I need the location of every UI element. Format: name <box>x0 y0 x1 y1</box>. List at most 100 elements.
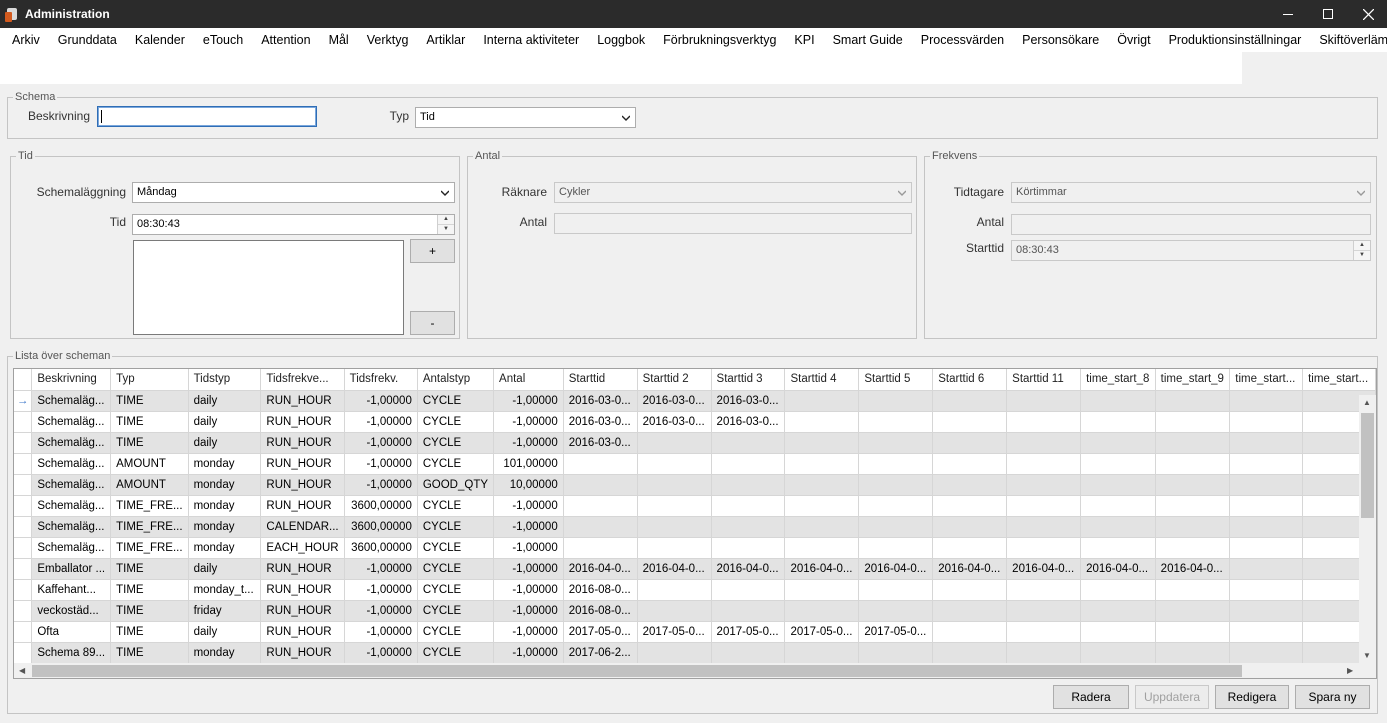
spin-down-icon[interactable]: ▼ <box>1354 250 1370 259</box>
raknare-select[interactable]: Cykler <box>554 182 912 203</box>
tid-spin-buttons[interactable]: ▲ ▼ <box>437 215 454 234</box>
row-header-cell[interactable] <box>14 621 33 643</box>
uppdatera-button[interactable]: Uppdatera <box>1135 685 1209 709</box>
starttid-spinner[interactable]: 08:30:43 ▲ ▼ <box>1011 240 1371 261</box>
minimize-button[interactable] <box>1268 0 1308 28</box>
column-header[interactable]: time_start... <box>1302 369 1376 391</box>
table-row[interactable]: Ofta TIME daily RUN_HOUR -1,00000 CYCLE -1,000… <box>14 621 1376 643</box>
add-time-button[interactable]: + <box>410 239 455 263</box>
close-button[interactable] <box>1348 0 1387 28</box>
table-row[interactable]: Schemaläg... TIME_FRE... monday EACH_HOUR 36… <box>14 537 1376 559</box>
column-header[interactable]: Starttid 4 <box>784 369 860 391</box>
menu-personsokare[interactable]: Personsökare <box>1013 28 1108 52</box>
table-row[interactable]: Kaffehant... TIME monday_t... RUN_HOUR -1,00… <box>14 579 1376 601</box>
frekvens-antal-input[interactable] <box>1011 214 1371 235</box>
menu-produktionsinstallningar[interactable]: Produktionsinställningar <box>1160 28 1311 52</box>
schemalaggning-select[interactable]: Måndag <box>132 182 455 203</box>
schema-table[interactable]: Beskrivning Typ Tidstyp Tidsfrekve... Tidsfr… <box>13 368 1377 679</box>
column-header[interactable]: Tidsfrekv. <box>344 369 418 391</box>
column-header[interactable]: Beskrivning <box>31 369 112 391</box>
column-header[interactable]: time_start... <box>1229 369 1304 391</box>
table-cell: TIME <box>110 642 189 664</box>
maximize-button[interactable] <box>1308 0 1348 28</box>
vertical-scrollbar[interactable]: ▲ ▼ <box>1359 395 1376 663</box>
horizontal-scrollbar[interactable]: ◀ ▶ <box>14 663 1376 678</box>
table-row[interactable]: → Schemaläg... TIME daily RUN_HOUR -1,00000 CY… <box>14 390 1376 412</box>
menu-mal[interactable]: Mål <box>320 28 358 52</box>
table-cell <box>1155 621 1231 643</box>
antal-input[interactable] <box>554 213 912 234</box>
redigera-button[interactable]: Redigera <box>1215 685 1289 709</box>
horizontal-scroll-thumb[interactable] <box>32 665 1242 677</box>
table-row[interactable]: Emballator ... TIME daily RUN_HOUR -1,00000 C… <box>14 558 1376 580</box>
menu-ovrigt[interactable]: Övrigt <box>1108 28 1159 52</box>
row-header-cell[interactable] <box>14 474 33 496</box>
scroll-left-icon[interactable]: ◀ <box>19 666 25 675</box>
table-cell <box>711 453 786 475</box>
menu-kalender[interactable]: Kalender <box>126 28 194 52</box>
table-row[interactable]: Schemaläg... TIME daily RUN_HOUR -1,00000 CYC… <box>14 411 1376 433</box>
table-row[interactable]: veckostäd... TIME friday RUN_HOUR -1,00000 CY… <box>14 600 1376 622</box>
menu-verktyg[interactable]: Verktyg <box>358 28 418 52</box>
menu-processvarden[interactable]: Processvärden <box>912 28 1013 52</box>
menu-forbrukningsverktyg[interactable]: Förbrukningsverktyg <box>654 28 785 52</box>
menu-arkiv[interactable]: Arkiv <box>0 28 49 52</box>
table-row[interactable]: Schemaläg... AMOUNT monday RUN_HOUR -1,00000… <box>14 474 1376 496</box>
menu-artiklar[interactable]: Artiklar <box>417 28 474 52</box>
scroll-right-icon[interactable]: ▶ <box>1347 666 1353 675</box>
column-header[interactable]: Antal <box>493 369 564 391</box>
column-header[interactable]: Starttid 3 <box>711 369 786 391</box>
menu-interna-aktiviteter[interactable]: Interna aktiviteter <box>474 28 588 52</box>
column-header[interactable]: Starttid 5 <box>858 369 934 391</box>
row-header-cell[interactable] <box>14 453 33 475</box>
radera-button[interactable]: Radera <box>1053 685 1129 709</box>
column-header[interactable]: Starttid 6 <box>932 369 1008 391</box>
menu-loggbok[interactable]: Loggbok <box>588 28 654 52</box>
menu-etouch[interactable]: eTouch <box>194 28 252 52</box>
table-row[interactable]: Schemaläg... TIME_FRE... monday CALENDAR...… <box>14 516 1376 538</box>
row-header-cell[interactable] <box>14 516 33 538</box>
scroll-up-icon[interactable]: ▲ <box>1363 398 1371 407</box>
table-cell <box>1080 411 1156 433</box>
table-row[interactable]: Schema 89... TIME monday RUN_HOUR -1,00000 CY… <box>14 642 1376 664</box>
column-header[interactable]: time_start_9 <box>1155 369 1231 391</box>
scroll-down-icon[interactable]: ▼ <box>1363 651 1371 660</box>
column-header[interactable]: Starttid <box>563 369 638 391</box>
column-header[interactable]: Antalstyp <box>417 369 495 391</box>
row-header-cell[interactable] <box>14 537 33 559</box>
menu-kpi[interactable]: KPI <box>785 28 823 52</box>
column-header[interactable]: Starttid 11 <box>1006 369 1082 391</box>
table-cell: 2016-08-0... <box>563 579 638 601</box>
menu-attention[interactable]: Attention <box>252 28 319 52</box>
row-header-cell[interactable] <box>14 579 33 601</box>
tid-time-spinner[interactable]: 08:30:43 ▲ ▼ <box>132 214 455 235</box>
column-header[interactable]: Starttid 2 <box>637 369 712 391</box>
row-header-cell[interactable] <box>14 432 33 454</box>
vertical-scroll-thumb[interactable] <box>1361 413 1374 518</box>
menu-skiftoverlamning[interactable]: Skiftöverlämning <box>1310 28 1387 52</box>
row-header-cell[interactable] <box>14 558 33 580</box>
row-header-cell[interactable] <box>14 411 33 433</box>
tidtagare-select[interactable]: Körtimmar <box>1011 182 1371 203</box>
column-header[interactable]: Typ <box>110 369 189 391</box>
menu-smart-guide[interactable]: Smart Guide <box>824 28 912 52</box>
row-header-cell[interactable] <box>14 642 33 664</box>
remove-time-button[interactable]: - <box>410 311 455 335</box>
starttid-spin-buttons[interactable]: ▲ ▼ <box>1353 241 1370 260</box>
current-row-arrow-icon[interactable]: → <box>14 390 33 412</box>
row-header-cell[interactable] <box>14 600 33 622</box>
spin-down-icon[interactable]: ▼ <box>438 224 454 233</box>
beskrivning-input[interactable] <box>97 106 317 127</box>
menu-grunddata[interactable]: Grunddata <box>49 28 126 52</box>
table-row[interactable]: Schemaläg... AMOUNT monday RUN_HOUR -1,00000… <box>14 453 1376 475</box>
column-header[interactable]: time_start_8 <box>1080 369 1156 391</box>
spara-ny-button[interactable]: Spara ny <box>1295 685 1370 709</box>
typ-select[interactable]: Tid <box>415 107 636 128</box>
table-row[interactable]: Schemaläg... TIME daily RUN_HOUR -1,00000 CYC… <box>14 432 1376 454</box>
column-header[interactable]: Tidstyp <box>188 369 262 391</box>
row-header-cell[interactable] <box>14 495 33 517</box>
table-row[interactable]: Schemaläg... TIME_FRE... monday RUN_HOUR 360… <box>14 495 1376 517</box>
tid-times-list[interactable] <box>133 240 404 335</box>
schema-legend: Schema <box>15 91 56 103</box>
column-header[interactable]: Tidsfrekve... <box>260 369 345 391</box>
